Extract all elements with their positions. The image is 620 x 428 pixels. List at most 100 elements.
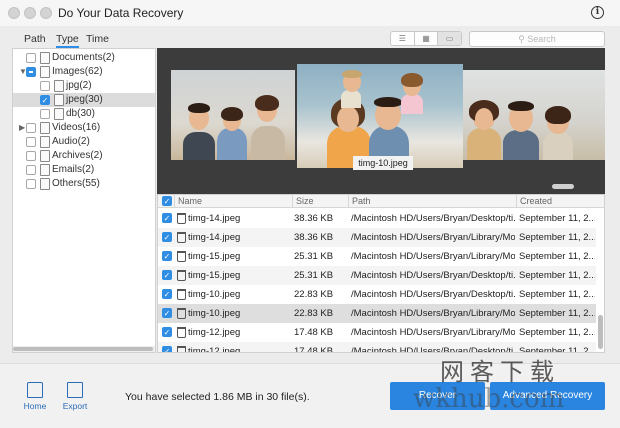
zoom-window-button[interactable] bbox=[40, 7, 52, 19]
table-row[interactable]: ✓ timg-12.jpeg 17.48 KB/Macintosh HD/Users… bbox=[158, 342, 596, 353]
video-icon bbox=[40, 122, 50, 134]
minimize-window-button[interactable] bbox=[24, 7, 36, 19]
table-row[interactable]: ✓ timg-12.jpeg 17.48 KB/Macintosh HD/Users… bbox=[158, 323, 596, 342]
tree-item-label: Emails(2) bbox=[52, 164, 95, 175]
preview-view-icon[interactable]: ▭ bbox=[438, 32, 462, 45]
tree-checkbox[interactable] bbox=[40, 81, 50, 91]
column-path[interactable]: Path bbox=[348, 195, 516, 208]
tree-item[interactable]: db(30) bbox=[13, 107, 155, 121]
cell-path: /Macintosh HD/Users/Bryan/Desktop/ti... bbox=[351, 289, 515, 300]
table-row[interactable]: ✓ timg-15.jpeg 25.31 KB/Macintosh HD/Users… bbox=[158, 266, 596, 285]
tree-checkbox[interactable] bbox=[26, 165, 36, 175]
tab-type[interactable]: Type bbox=[56, 33, 79, 48]
file-type-tree: Documents(2) ▼ Images(62) jpg(2) ✓ jpeg(30) db… bbox=[12, 48, 156, 353]
home-icon bbox=[27, 382, 43, 398]
archive-icon bbox=[40, 150, 50, 162]
recover-button[interactable]: Recover bbox=[390, 382, 485, 410]
search-input[interactable]: ⚲ Search bbox=[469, 31, 605, 47]
cell-created: September 11, 2... bbox=[519, 289, 595, 300]
cell-name: timg-15.jpeg bbox=[188, 251, 241, 262]
cell-path: /Macintosh HD/Users/Bryan/Library/Mo... bbox=[351, 308, 515, 319]
cell-name: timg-12.jpeg bbox=[188, 327, 241, 338]
tree-item[interactable]: Archives(2) bbox=[13, 149, 155, 163]
cell-created: September 11, 2... bbox=[519, 327, 595, 338]
tree-item[interactable]: ▼ Images(62) bbox=[13, 65, 155, 79]
cell-size: 22.83 KB bbox=[294, 289, 334, 300]
preview-caption: timg-10.jpeg bbox=[353, 156, 413, 170]
select-all-checkbox[interactable]: ✓ bbox=[162, 196, 172, 206]
cell-path: /Macintosh HD/Users/Bryan/Desktop/ti... bbox=[351, 270, 515, 281]
cell-path: /Macintosh HD/Users/Bryan/Desktop/ti... bbox=[351, 213, 515, 224]
trash-icon bbox=[177, 289, 186, 300]
email-icon bbox=[40, 164, 50, 176]
view-mode-switcher: ☰ ▦ ▭ bbox=[390, 31, 462, 46]
cell-path: /Macintosh HD/Users/Bryan/Library/Mo... bbox=[351, 327, 515, 338]
row-checkbox[interactable]: ✓ bbox=[162, 213, 172, 223]
document-icon bbox=[40, 52, 50, 64]
row-checkbox[interactable]: ✓ bbox=[162, 346, 172, 352]
row-checkbox[interactable]: ✓ bbox=[162, 251, 172, 261]
tree-item-label: Archives(2) bbox=[52, 150, 103, 161]
row-checkbox[interactable]: ✓ bbox=[162, 327, 172, 337]
tree-checkbox[interactable] bbox=[26, 151, 36, 161]
row-checkbox[interactable]: ✓ bbox=[162, 232, 172, 242]
window-title: Do Your Data Recovery bbox=[58, 6, 184, 20]
tree-checkbox[interactable] bbox=[26, 137, 36, 147]
tree-item[interactable]: Audio(2) bbox=[13, 135, 155, 149]
table-row[interactable]: ✓ timg-14.jpeg 38.36 KB/Macintosh HD/Users… bbox=[158, 209, 596, 228]
tree-checkbox[interactable] bbox=[40, 109, 50, 119]
tree-item-label: Audio(2) bbox=[52, 136, 90, 147]
expand-arrow-icon[interactable]: ▶ bbox=[19, 121, 25, 135]
tree-item[interactable]: Others(55) bbox=[13, 177, 155, 191]
tree-checkbox[interactable] bbox=[26, 123, 36, 133]
file-table: ✓ Name Size Path Created ✓ timg-14.jpeg 38… bbox=[157, 194, 605, 353]
table-row[interactable]: ✓ timg-10.jpeg 22.83 KB/Macintosh HD/Users… bbox=[158, 304, 596, 323]
tree-checkbox[interactable]: ✓ bbox=[40, 95, 50, 105]
list-view-icon[interactable]: ☰ bbox=[391, 32, 415, 45]
column-size[interactable]: Size bbox=[292, 195, 348, 208]
tree-item[interactable]: Emails(2) bbox=[13, 163, 155, 177]
row-checkbox[interactable]: ✓ bbox=[162, 289, 172, 299]
trash-icon bbox=[177, 308, 186, 319]
thumbnail-right[interactable] bbox=[463, 70, 605, 160]
thumbnail-selected[interactable] bbox=[297, 64, 463, 168]
cell-created: September 11, 2... bbox=[519, 308, 595, 319]
cell-name: timg-10.jpeg bbox=[188, 289, 241, 300]
row-checkbox[interactable]: ✓ bbox=[162, 270, 172, 280]
grid-view-icon[interactable]: ▦ bbox=[415, 32, 439, 45]
tree-item[interactable]: ✓ jpeg(30) bbox=[13, 93, 155, 107]
table-row[interactable]: ✓ timg-14.jpeg 38.36 KB/Macintosh HD/Users… bbox=[158, 228, 596, 247]
tree-checkbox[interactable] bbox=[26, 67, 36, 77]
sidebar-scrollbar[interactable] bbox=[13, 346, 155, 352]
cell-size: 38.36 KB bbox=[294, 213, 334, 224]
export-button[interactable]: Export bbox=[55, 382, 95, 411]
thumbnail-left[interactable] bbox=[171, 70, 295, 160]
advanced-recovery-button[interactable]: Advanced Recovery bbox=[490, 382, 605, 410]
cell-size: 25.31 KB bbox=[294, 251, 334, 262]
info-icon[interactable]: i bbox=[591, 6, 604, 19]
close-window-button[interactable] bbox=[8, 7, 20, 19]
tab-path[interactable]: Path bbox=[24, 33, 46, 45]
image-preview-strip: timg-10.jpeg bbox=[157, 48, 605, 194]
tree-item-label: Images(62) bbox=[52, 66, 103, 77]
tree-checkbox[interactable] bbox=[26, 53, 36, 63]
trash-icon bbox=[177, 270, 186, 281]
file-icon bbox=[54, 80, 64, 92]
preview-scrollbar[interactable] bbox=[552, 184, 574, 189]
tree-item-label: Videos(16) bbox=[52, 122, 101, 133]
tree-checkbox[interactable] bbox=[26, 179, 36, 189]
table-row[interactable]: ✓ timg-10.jpeg 22.83 KB/Macintosh HD/Users… bbox=[158, 285, 596, 304]
cell-name: timg-14.jpeg bbox=[188, 213, 241, 224]
table-scrollbar[interactable] bbox=[598, 315, 603, 349]
column-created[interactable]: Created bbox=[516, 195, 604, 208]
column-name[interactable]: Name bbox=[174, 195, 292, 208]
table-row[interactable]: ✓ timg-15.jpeg 25.31 KB/Macintosh HD/Users… bbox=[158, 247, 596, 266]
tree-item[interactable]: jpg(2) bbox=[13, 79, 155, 93]
tree-item[interactable]: Documents(2) bbox=[13, 51, 155, 65]
row-checkbox[interactable]: ✓ bbox=[162, 308, 172, 318]
home-button[interactable]: Home bbox=[15, 382, 55, 411]
table-header: ✓ Name Size Path Created bbox=[158, 195, 604, 208]
tree-item[interactable]: ▶ Videos(16) bbox=[13, 121, 155, 135]
cell-size: 17.48 KB bbox=[294, 346, 334, 353]
tab-time[interactable]: Time bbox=[86, 33, 109, 45]
